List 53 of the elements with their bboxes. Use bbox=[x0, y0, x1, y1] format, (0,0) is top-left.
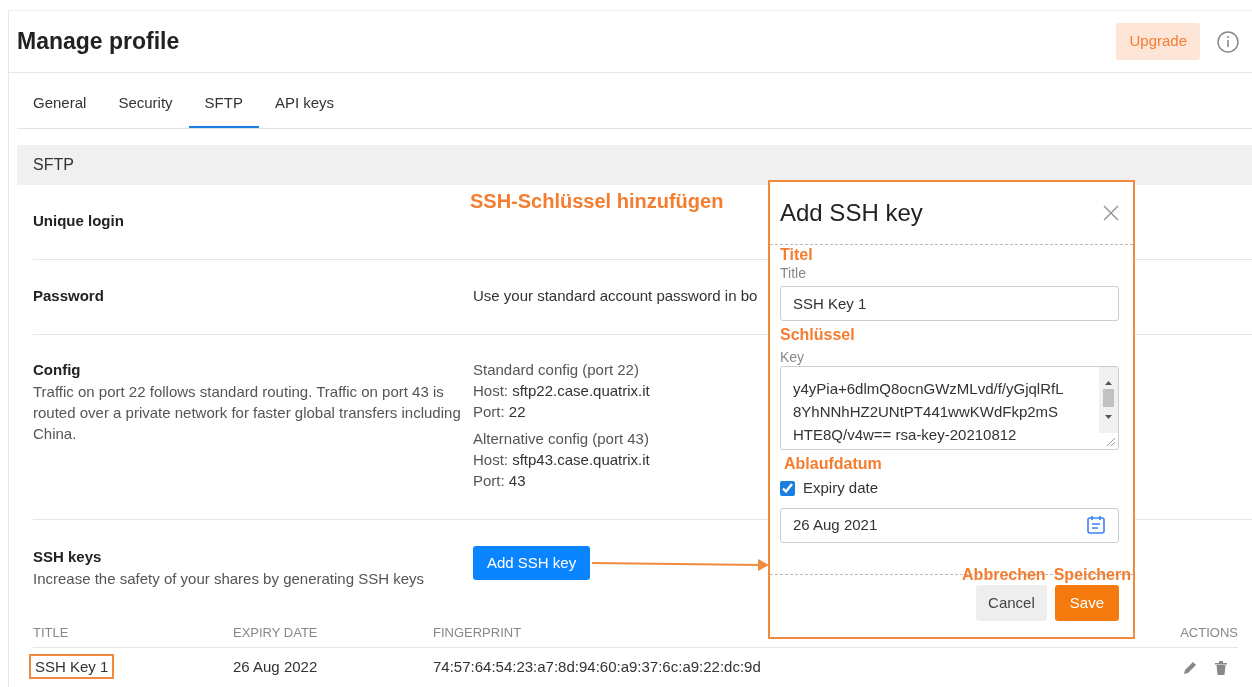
tab[interactable]: SFTP bbox=[188, 81, 259, 128]
expiry-checkbox[interactable] bbox=[780, 480, 795, 496]
host-label: Host: bbox=[473, 450, 508, 468]
port-value: 43 bbox=[508, 471, 526, 489]
field-label: Key bbox=[780, 348, 806, 366]
setting-value: Use your standard account password in bo bbox=[473, 287, 758, 305]
setting-label: SSH keys bbox=[33, 546, 103, 567]
key-text: y4yPia+6dlmQ8ocnGWzMLvd/f/yGjqlRfL 8YhNNhHZ2UNtPT441wwKWdFkp2mS HTE8Q/v4w== rsa-key-20210812 bbox=[793, 379, 1065, 445]
close-icon[interactable] bbox=[1103, 205, 1119, 221]
trash-icon[interactable] bbox=[1214, 659, 1228, 676]
host-label: Host: bbox=[473, 381, 508, 399]
port-label: Port: bbox=[473, 402, 505, 420]
title-field[interactable]: SSH Key 1 bbox=[780, 286, 1119, 321]
port-label: Port: bbox=[473, 471, 505, 489]
info-icon[interactable] bbox=[1216, 29, 1240, 54]
setting-description: Increase the safety of your shares by generating SSH keys bbox=[33, 569, 426, 589]
setting-description: Traffic on port 22 follows standard routing. Traffic on port 43 is routed over a private network for faster global transfers including China. bbox=[33, 382, 462, 444]
tab[interactable]: API keys bbox=[258, 81, 351, 128]
annotation-label: Schlüssel bbox=[780, 325, 856, 344]
checkbox-label: Expiry date bbox=[803, 478, 879, 498]
key-field[interactable]: y4yPia+6dlmQ8ocnGWzMLvd/f/yGjqlRfL 8YhNNhHZ2UNtPT441wwKWdFkp2mS HTE8Q/v4w== rsa-key-20210812 bbox=[780, 366, 1119, 450]
section-title: SFTP bbox=[33, 154, 74, 175]
calendar-icon[interactable] bbox=[1086, 515, 1106, 535]
setting-label: Unique login bbox=[33, 211, 125, 232]
column-header: FINGERPRINT bbox=[433, 624, 523, 643]
annotation-label: Speichern bbox=[1053, 564, 1131, 584]
table-cell-text: 74:57:64:54:23:a7:8d:94:60:a9:37:6c:a9:22:dc:9d bbox=[433, 657, 762, 678]
setting-label: Config bbox=[33, 359, 82, 380]
setting-label: Password bbox=[33, 286, 105, 307]
dialog-title: Add SSH key bbox=[780, 198, 923, 228]
date-field[interactable]: 26 Aug 2021 bbox=[780, 507, 1119, 543]
config-title: Alternative config (port 43) bbox=[473, 428, 649, 449]
tab[interactable]: General bbox=[17, 81, 103, 128]
annotation-label: SSH-Schlüssel hinzufügen bbox=[470, 189, 724, 214]
column-header: ACTIONS bbox=[1180, 624, 1238, 643]
host-value: sftp43.case.quatrix.it bbox=[512, 450, 650, 468]
annotation-label: Ablaufdatum bbox=[783, 454, 883, 473]
resize-grip-icon[interactable] bbox=[1104, 435, 1116, 447]
annotation-label: Titel bbox=[780, 245, 814, 264]
table-cell-text: 26 Aug 2022 bbox=[233, 657, 319, 678]
host-value: sftp22.case.quatrix.it bbox=[512, 381, 650, 399]
field-label: Title bbox=[780, 264, 807, 282]
pencil-icon[interactable] bbox=[1182, 659, 1198, 676]
column-header: TITLE bbox=[33, 624, 70, 643]
annotation-label: Abbrechen bbox=[962, 564, 1046, 584]
tab[interactable]: Security bbox=[102, 81, 189, 128]
scrollbar[interactable] bbox=[1099, 367, 1118, 433]
add-ssh-key-button[interactable]: Add SSH key bbox=[473, 545, 591, 580]
config-title: Standard config (port 22) bbox=[473, 359, 639, 380]
column-header: EXPIRY DATE bbox=[233, 624, 319, 643]
port-value: 22 bbox=[508, 402, 526, 420]
cancel-button[interactable]: Cancel bbox=[976, 584, 1047, 621]
page-title: Manage profile bbox=[17, 27, 180, 57]
